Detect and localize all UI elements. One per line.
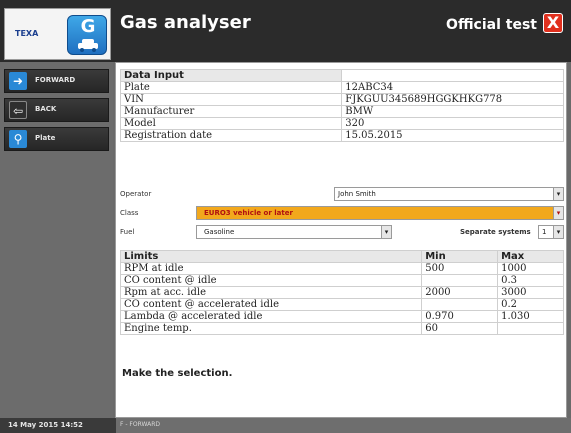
limit-name: CO content @ accelerated idle — [119, 298, 423, 311]
limit-min: 0.970 — [421, 310, 499, 323]
limit-max: 1.030 — [497, 310, 564, 323]
limit-name: Engine temp. — [119, 322, 423, 335]
field-label: Registration date — [119, 129, 343, 142]
app-window: TEXA G Gas analyser Official test X ➜ FO… — [0, 0, 571, 433]
limit-min: 2000 — [421, 286, 499, 299]
arrow-left-icon: ⇦ — [9, 101, 27, 119]
chevron-down-icon[interactable]: ▾ — [553, 188, 563, 200]
forward-button[interactable]: ➜ FORWARD — [4, 69, 109, 93]
table-row: CO content @ idle 0.3 — [119, 274, 564, 287]
logo-panel: TEXA G — [4, 8, 111, 60]
operator-select[interactable]: John Smith ▾ — [334, 187, 564, 201]
operator-value: John Smith — [338, 190, 376, 198]
separate-systems-label: Separate systems — [460, 228, 531, 236]
status-datetime: 14 May 2015 14:52 — [8, 421, 83, 429]
limit-max: 3000 — [497, 286, 564, 299]
table-row: Engine temp. 60 — [119, 322, 564, 335]
table-row: Registration date 15.05.2015 — [119, 129, 564, 142]
vin-value: FJKGUU345689HGGKHKG778 — [341, 93, 564, 106]
texa-logo: TEXA — [15, 29, 39, 38]
fuel-value: Gasoline — [204, 228, 235, 236]
table-row: CO content @ accelerated idle 0.2 — [119, 298, 564, 311]
separate-systems-select[interactable]: 1 ▾ — [538, 225, 564, 239]
manufacturer-value: BMW — [341, 105, 564, 118]
table-row: Rpm at acc. idle 2000 3000 — [119, 286, 564, 299]
page-title: Gas analyser — [120, 12, 251, 33]
plate-value: 12ABC34 — [341, 81, 564, 94]
min-header: Min — [421, 250, 499, 263]
limit-max: 0.2 — [497, 298, 564, 311]
table-row: Plate 12ABC34 — [119, 81, 564, 94]
forward-label: FORWARD — [35, 76, 76, 84]
plate-button[interactable]: ⚲ Plate — [4, 127, 109, 151]
limits-header-row: Limits Min Max — [119, 250, 564, 263]
table-row: RPM at idle 500 1000 — [119, 262, 564, 275]
limit-name: CO content @ idle — [119, 274, 423, 287]
limits-header: Limits — [119, 250, 423, 263]
field-label: Manufacturer — [119, 105, 343, 118]
class-row: Class EURO3 vehicle or later ▾ — [120, 206, 564, 220]
limit-max: 0.3 — [497, 274, 564, 287]
search-icon: ⚲ — [9, 130, 27, 148]
data-input-title: Data Input — [119, 69, 343, 82]
chevron-down-icon[interactable]: ▾ — [553, 207, 563, 219]
back-button[interactable]: ⇦ BACK — [4, 98, 109, 122]
table-row: Lambda @ accelerated idle 0.970 1.030 — [119, 310, 564, 323]
data-input-header-blank — [341, 69, 564, 82]
limit-max: 1000 — [497, 262, 564, 275]
instruction-message: Make the selection. — [122, 368, 233, 379]
operator-row: Operator John Smith ▾ — [120, 187, 564, 201]
status-hint-area: F - FORWARD — [116, 418, 571, 433]
fuel-label: Fuel — [120, 228, 135, 236]
model-value: 320 — [341, 117, 564, 130]
test-mode-label: Official test — [446, 17, 537, 33]
limit-name: RPM at idle — [119, 262, 423, 275]
table-row: VIN FJKGUU345689HGGKHKG778 — [119, 93, 564, 106]
car-icon — [78, 39, 98, 52]
field-label: Model — [119, 117, 343, 130]
data-input-table: Data Input Plate 12ABC34 VIN FJKGUU34568… — [119, 69, 564, 142]
table-row: Model 320 — [119, 117, 564, 130]
table-row: Manufacturer BMW — [119, 105, 564, 118]
field-label: Plate — [119, 81, 343, 94]
limit-min — [421, 274, 499, 287]
status-hint: F - FORWARD — [120, 421, 161, 428]
fuel-select[interactable]: Gasoline ▾ — [196, 225, 392, 239]
main-panel: Data Input Plate 12ABC34 VIN FJKGUU34568… — [115, 62, 567, 418]
limit-max — [497, 322, 564, 335]
separate-systems-value: 1 — [542, 228, 547, 236]
operator-label: Operator — [120, 190, 152, 198]
max-header: Max — [497, 250, 564, 263]
data-input-header-row: Data Input — [119, 69, 564, 82]
back-label: BACK — [35, 105, 57, 113]
header-bar: TEXA G Gas analyser Official test X — [0, 0, 571, 62]
limit-min: 500 — [421, 262, 499, 275]
arrow-right-icon: ➜ — [9, 72, 27, 90]
fuel-row: Fuel Gasoline ▾ Separate systems 1 ▾ — [120, 225, 564, 239]
class-value: EURO3 vehicle or later — [204, 209, 293, 217]
sidebar: ➜ FORWARD ⇦ BACK ⚲ Plate — [0, 62, 113, 418]
limit-name: Rpm at acc. idle — [119, 286, 423, 299]
close-button[interactable]: X — [543, 13, 563, 33]
limit-min — [421, 298, 499, 311]
gas-analyser-app-icon: G — [67, 15, 107, 55]
class-select[interactable]: EURO3 vehicle or later ▾ — [196, 206, 564, 220]
limits-table: Limits Min Max RPM at idle 500 1000 CO c… — [119, 250, 564, 335]
chevron-down-icon[interactable]: ▾ — [553, 226, 563, 238]
status-bar: 14 May 2015 14:52 F - FORWARD — [0, 418, 571, 433]
limit-min: 60 — [421, 322, 499, 335]
chevron-down-icon[interactable]: ▾ — [381, 226, 391, 238]
class-label: Class — [120, 209, 139, 217]
plate-label: Plate — [35, 134, 56, 142]
limit-name: Lambda @ accelerated idle — [119, 310, 423, 323]
registration-date-value: 15.05.2015 — [341, 129, 564, 142]
field-label: VIN — [119, 93, 343, 106]
